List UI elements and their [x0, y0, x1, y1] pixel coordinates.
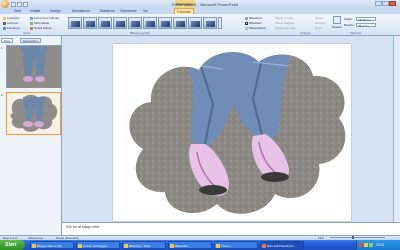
minimize-button[interactable]: [375, 1, 382, 6]
crop-icon[interactable]: [333, 16, 341, 24]
selection-pane-button[interactable]: Markeringsrude: [275, 26, 296, 30]
slide-thumbnail-2[interactable]: [6, 92, 61, 135]
gallery-more-button[interactable]: [218, 17, 222, 29]
group-label-size: Størrelse: [350, 31, 362, 35]
close-button[interactable]: [389, 1, 396, 6]
tray-icon-3[interactable]: [369, 243, 373, 247]
taskbar-item-inbox[interactable]: Innbok: fotobloggin...: [76, 241, 120, 249]
bring-to-front-button[interactable]: Placer forrest: [275, 16, 293, 20]
taskbar-item-photo[interactable]: Photo 1: [214, 241, 258, 249]
taskbar-item-blogger[interactable]: Blogger: Ikke et dyb...: [30, 241, 74, 249]
compress-icon: [30, 16, 33, 20]
picture-style-3[interactable]: [98, 17, 112, 29]
brightness-button[interactable]: Lysstyrke: [3, 16, 20, 20]
tab-slides[interactable]: Dias: [1, 38, 14, 43]
width-field[interactable]: 25,4 cm: [356, 22, 376, 28]
status-slide-count: Dias 2 af 2: [3, 235, 17, 240]
border-icon: [245, 21, 248, 25]
reset-picture-icon: [30, 26, 33, 30]
notes-placeholder: Klik for at tilføje noter: [66, 225, 100, 229]
taskbar-item-paint[interactable]: Bilde1.jpg - Paint: [122, 241, 166, 249]
zoom-level: 63%: [318, 235, 324, 240]
contrast-icon: [3, 21, 6, 25]
height-field[interactable]: 18,06 cm: [356, 16, 376, 22]
slide-number-1: 1: [1, 46, 3, 50]
crop-label: Beskær: [332, 25, 343, 29]
picture-style-5[interactable]: [128, 17, 142, 29]
picture-style-9[interactable]: [188, 17, 202, 29]
picture-style-8[interactable]: [173, 17, 187, 29]
taskbar-item-images[interactable]: Bildeskifte...: [168, 241, 212, 249]
clock: 20:26: [376, 243, 384, 247]
group-label-adjust: Juster: [23, 31, 31, 35]
width-label: Bredde:: [344, 23, 355, 27]
picture-style-6[interactable]: [143, 17, 157, 29]
contrast-button[interactable]: Kontrast: [3, 21, 18, 25]
mail-icon: [78, 244, 82, 248]
slide-number-2: 2: [1, 93, 3, 97]
taskbar-item-powerpoint[interactable]: Microsoft PowerPoint...: [260, 241, 304, 249]
window-title: Presentation1 - Microsoft PowerPoint: [171, 1, 239, 7]
change-picture-icon: [30, 21, 33, 25]
compress-pictures-button[interactable]: Komprimer billeder: [30, 16, 59, 20]
picture-style-10[interactable]: [203, 17, 217, 29]
send-to-back-button[interactable]: Placer bagerst: [275, 21, 294, 25]
tab-outline[interactable]: Disposition: [20, 38, 41, 43]
start-button[interactable]: Start: [0, 240, 25, 250]
paint-icon: [124, 244, 128, 248]
picture-style-2[interactable]: [83, 17, 97, 29]
recolor-icon: [3, 26, 6, 30]
photo-icon: [216, 244, 220, 248]
picture-style-1[interactable]: [68, 17, 82, 29]
browser-icon: [32, 244, 36, 248]
cloud-cropped-photo[interactable]: [113, 44, 351, 221]
group-label-picture-styles: Billedtypografier: [130, 31, 151, 35]
powerpoint-icon: [262, 244, 266, 248]
tray-icon-1[interactable]: [359, 243, 363, 247]
rotate-button[interactable]: Roter: [315, 26, 322, 30]
thumbnail-photo-2: [10, 94, 58, 132]
height-label: Højde:: [344, 17, 353, 21]
group-button[interactable]: Grupper: [315, 21, 326, 25]
maximize-button[interactable]: [382, 1, 389, 6]
picture-shape-button[interactable]: Billedform: [245, 16, 262, 20]
zoom-slider[interactable]: [330, 237, 385, 238]
notes-pane[interactable]: [62, 222, 400, 235]
redo-icon[interactable]: [23, 1, 28, 7]
reset-picture-button[interactable]: Nulstil billede: [30, 26, 52, 30]
slide-canvas[interactable]: [113, 44, 351, 221]
shape-icon: [245, 16, 248, 20]
change-picture-button[interactable]: Skift billede: [30, 21, 49, 25]
recolor-button[interactable]: Farvelæg: [3, 26, 20, 30]
undo-icon[interactable]: [17, 1, 22, 7]
status-theme: Office-tema: [28, 235, 43, 240]
slide-thumbnail-1[interactable]: [6, 45, 61, 88]
picture-style-4[interactable]: [113, 17, 127, 29]
picture-border-button[interactable]: Billedkant: [245, 21, 262, 25]
brightness-icon: [3, 16, 6, 20]
zoom-slider-thumb[interactable]: [352, 236, 354, 239]
thumbnail-photo-1: [7, 46, 61, 88]
office-button[interactable]: [1, 0, 9, 8]
tray-icon-2[interactable]: [364, 243, 368, 247]
picture-style-7[interactable]: [158, 17, 172, 29]
effects-icon: [245, 26, 248, 30]
folder-icon: [170, 244, 174, 248]
align-button[interactable]: Juster: [315, 16, 323, 20]
save-icon[interactable]: [11, 1, 16, 7]
vertical-scrollbar[interactable]: [393, 36, 400, 222]
status-language: Dansk (Danmark): [56, 235, 79, 240]
picture-effects-button[interactable]: Billedeffekter: [245, 26, 266, 30]
group-label-arrange: Arranger: [300, 31, 311, 35]
